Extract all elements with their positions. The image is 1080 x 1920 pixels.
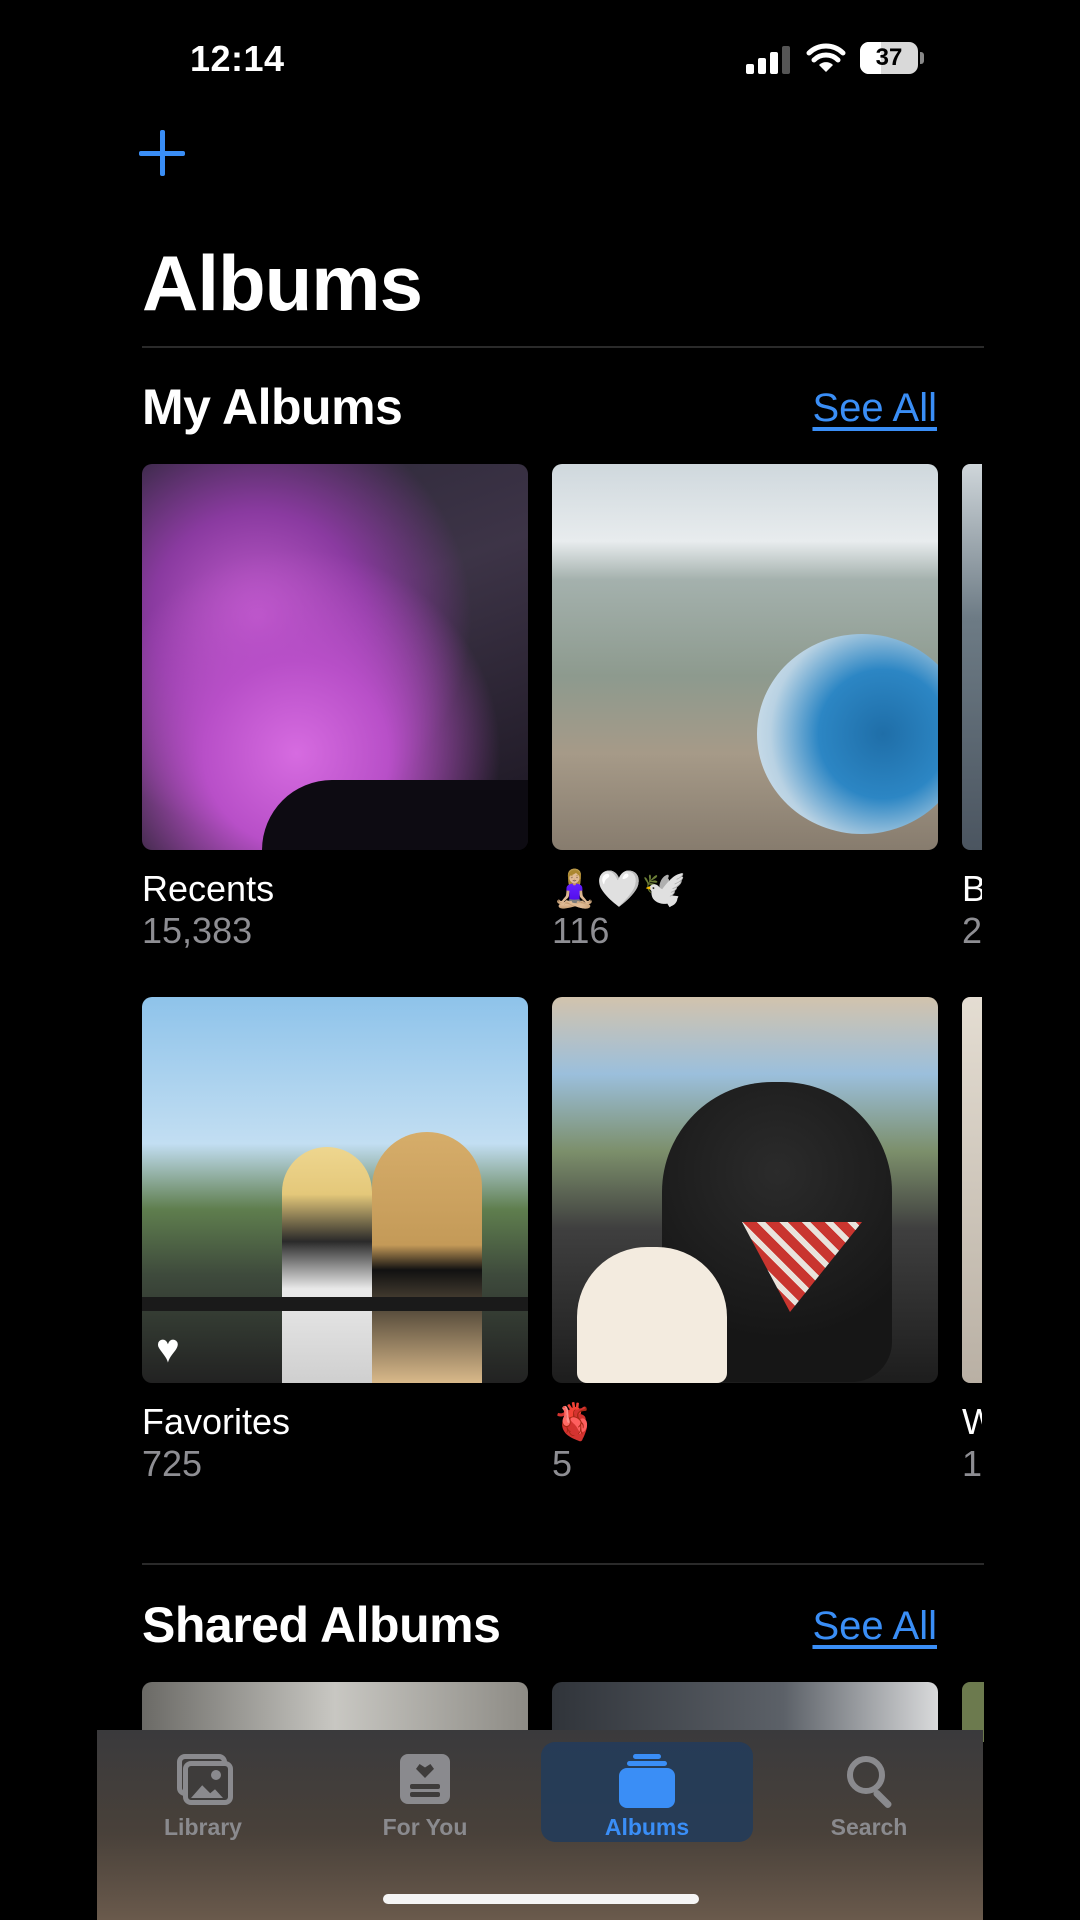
tab-label: Albums bbox=[604, 1814, 690, 1840]
shared-albums-see-all-link[interactable]: See All bbox=[812, 1604, 937, 1649]
album-name: Recents bbox=[142, 868, 275, 909]
status-time: 12:14 bbox=[190, 38, 285, 79]
album-name: Favorites bbox=[142, 1401, 291, 1442]
album-count: 1 bbox=[962, 1443, 982, 1484]
album-name: 🧘🏼‍♀️🤍🕊️ bbox=[552, 868, 687, 909]
page-title: Albums bbox=[142, 239, 423, 327]
my-albums-see-all-link[interactable]: See All bbox=[812, 386, 937, 431]
album-count: 116 bbox=[552, 910, 610, 951]
cellular-signal-icon bbox=[746, 44, 790, 74]
tab-library[interactable]: Library bbox=[97, 1742, 309, 1842]
album-count: 15,383 bbox=[142, 910, 253, 951]
album-count: 725 bbox=[142, 1443, 203, 1484]
tab-for-you[interactable]: For You bbox=[319, 1742, 531, 1842]
status-bar: 12:14 37 bbox=[0, 0, 1080, 120]
album-count: 2 bbox=[962, 910, 982, 951]
album-thumbnail bbox=[552, 464, 938, 850]
section-divider bbox=[142, 346, 984, 348]
album-count: 5 bbox=[552, 1443, 573, 1484]
tab-label: Search bbox=[830, 1814, 908, 1840]
battery-icon: 37 bbox=[860, 42, 918, 74]
wifi-icon bbox=[806, 43, 846, 72]
album-thumbnail bbox=[552, 997, 938, 1383]
home-indicator[interactable] bbox=[383, 1894, 699, 1904]
tab-label: Library bbox=[164, 1814, 242, 1840]
tab-albums[interactable]: Albums bbox=[541, 1742, 753, 1842]
album-thumbnail bbox=[142, 464, 528, 850]
tab-label: For You bbox=[382, 1814, 468, 1840]
album-name: 🫀 bbox=[552, 1401, 597, 1442]
battery-level: 37 bbox=[875, 44, 903, 71]
add-album-button[interactable] bbox=[137, 128, 189, 180]
album-thumbnail: ♥ bbox=[142, 997, 528, 1383]
my-albums-title: My Albums bbox=[142, 379, 403, 435]
tab-bar: Library For You Albums Search bbox=[97, 1730, 983, 1920]
album-thumbnail bbox=[962, 997, 982, 1383]
battery-tip bbox=[920, 52, 924, 64]
for-you-icon bbox=[400, 1754, 450, 1804]
album-name: B bbox=[962, 868, 982, 909]
album-thumbnail bbox=[962, 464, 982, 850]
albums-icon bbox=[619, 1754, 675, 1808]
tab-search[interactable]: Search bbox=[763, 1742, 975, 1842]
section-divider bbox=[142, 1563, 984, 1565]
library-icon bbox=[175, 1754, 233, 1805]
favorite-heart-icon: ♥ bbox=[156, 1327, 180, 1371]
search-icon bbox=[841, 1754, 897, 1810]
album-name: W bbox=[962, 1401, 982, 1442]
shared-albums-title: Shared Albums bbox=[142, 1597, 501, 1653]
